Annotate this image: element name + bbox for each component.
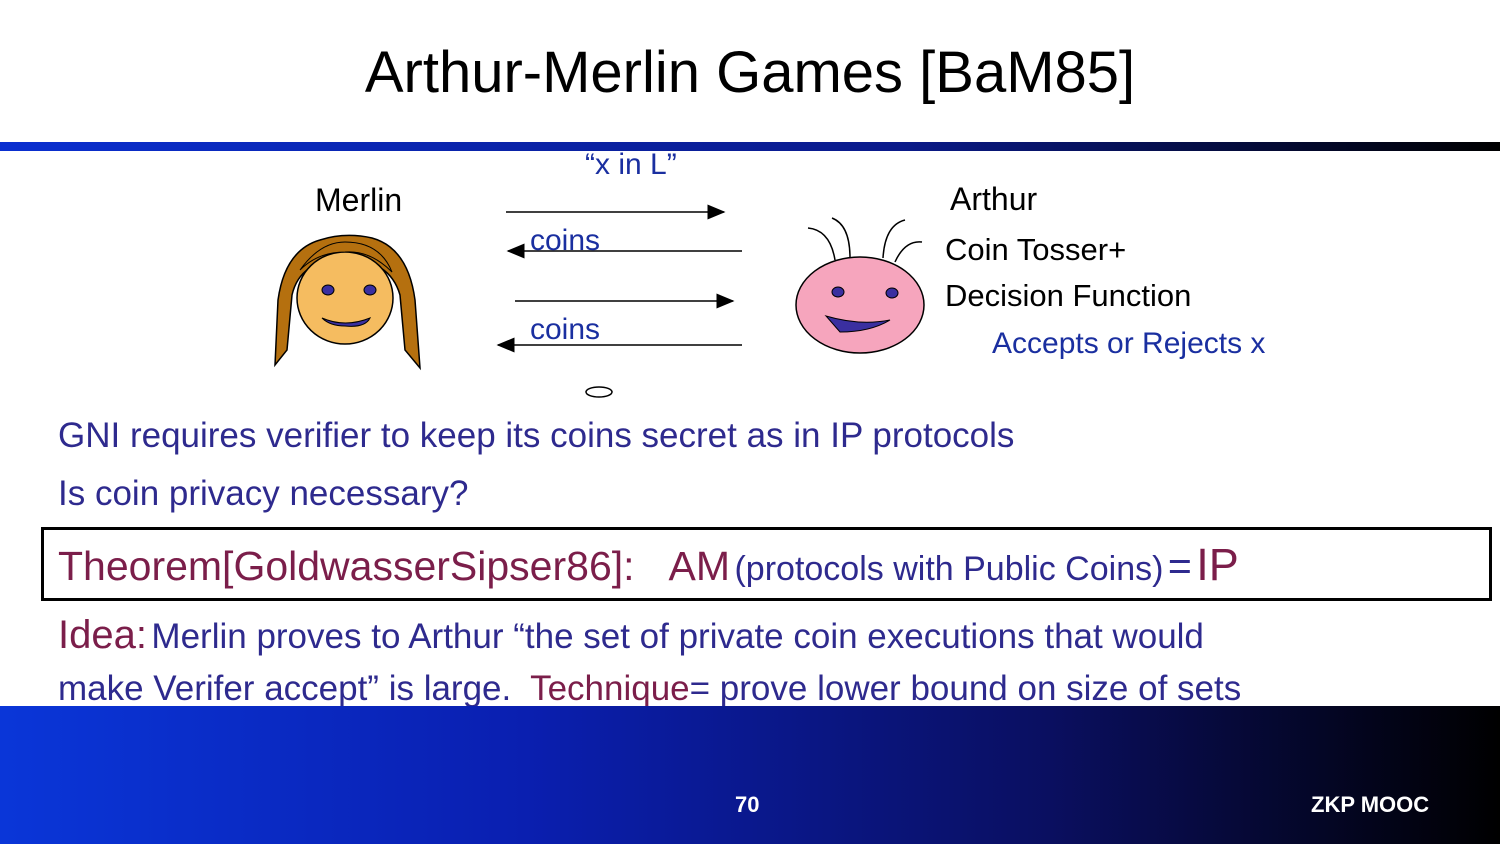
gni-line: GNI requires verifier to keep its coins … bbox=[58, 416, 1015, 455]
theorem-label: Theorem[GoldwasserSipser86]: bbox=[58, 543, 635, 589]
ellipsis-oval bbox=[585, 386, 613, 398]
theorem-ip: IP bbox=[1196, 539, 1239, 590]
idea-label: Idea: bbox=[58, 613, 147, 657]
accepts-rejects-label: Accepts or Rejects x bbox=[992, 327, 1266, 360]
merlin-face-icon bbox=[274, 234, 421, 371]
theorem-paren: (protocols with Public Coins) bbox=[734, 550, 1164, 588]
course-name: ZKP MOOC bbox=[1311, 792, 1430, 817]
coin-privacy-line: Is coin privacy necessary? bbox=[58, 474, 469, 513]
theorem-eq: = bbox=[1167, 543, 1192, 589]
slide-title: Arthur-Merlin Games [BaM85] bbox=[364, 40, 1136, 105]
coin-tosser-label: Coin Tosser+ bbox=[945, 232, 1127, 267]
coins-label-1: coins bbox=[530, 224, 601, 257]
coins-label-2: coins bbox=[530, 313, 601, 346]
protocol-diagram bbox=[274, 204, 925, 398]
merlin-label: Merlin bbox=[315, 182, 403, 218]
decision-function-label: Decision Function bbox=[945, 278, 1192, 313]
arthur-label: Arthur bbox=[950, 181, 1038, 217]
arthur-face-icon bbox=[795, 217, 925, 354]
message-x-in-l: “x in L” bbox=[585, 148, 677, 181]
technique-label: Technique bbox=[530, 669, 690, 708]
theorem-am: AM bbox=[668, 543, 731, 589]
idea-text-2b: = prove lower bound on size of sets bbox=[689, 669, 1242, 708]
idea-text-1: Merlin proves to Arthur “the set of priv… bbox=[151, 617, 1204, 656]
footer-band bbox=[0, 706, 1500, 844]
idea-line-1: Idea: Merlin proves to Arthur “the set o… bbox=[58, 610, 1204, 669]
theorem-line: Theorem[GoldwasserSipser86]: AM (protocol… bbox=[58, 540, 1239, 601]
page-number: 70 bbox=[735, 792, 760, 817]
idea-text-2a: make Verifer accept” is large. bbox=[58, 669, 531, 708]
